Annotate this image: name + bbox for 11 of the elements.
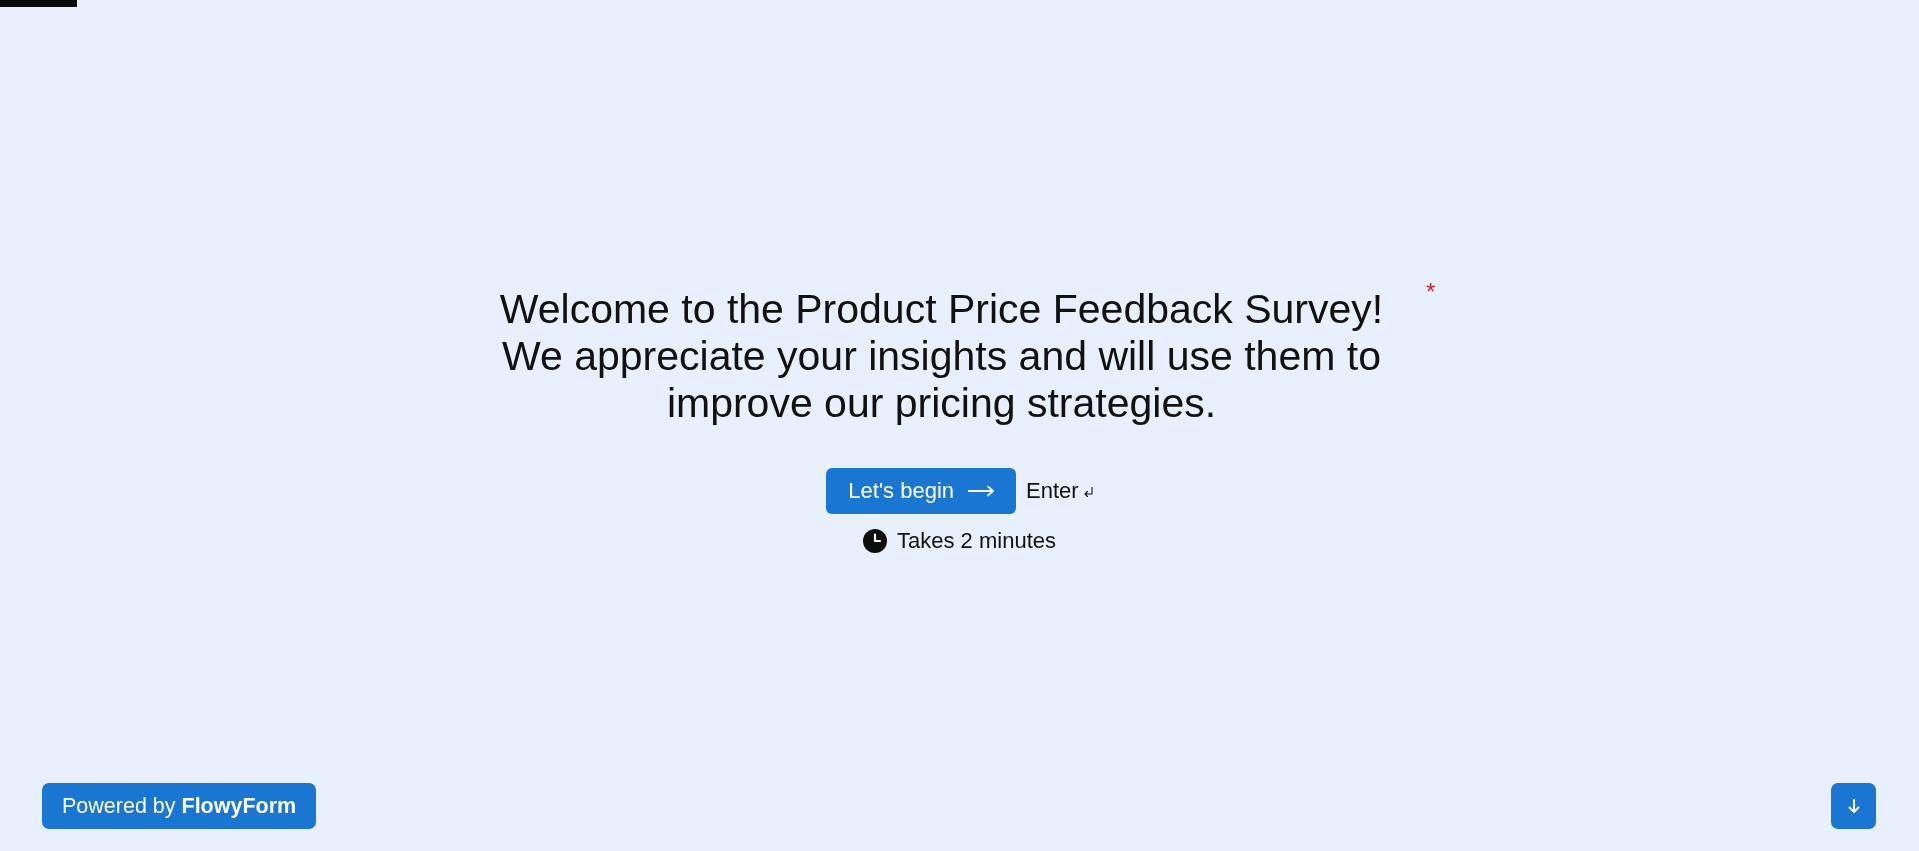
return-arrow-icon	[1083, 487, 1093, 497]
arrow-right-icon	[968, 485, 995, 497]
powered-by-link[interactable]: Powered by FlowyForm	[42, 783, 317, 829]
key-hint: Enter	[1026, 478, 1079, 504]
question-title: Welcome to the Product Price Feedback Survey! We appreciate your insights and will use them to improve our pricing strategies.	[498, 286, 1385, 427]
start-button[interactable]: Let's begin	[826, 468, 1017, 514]
required-mark: *	[1426, 280, 1437, 304]
clock-icon	[863, 529, 887, 553]
arrow-down-icon	[1847, 799, 1860, 813]
duration-text: Takes 2 minutes	[897, 528, 1056, 554]
scroll-down-button[interactable]	[1831, 783, 1876, 829]
